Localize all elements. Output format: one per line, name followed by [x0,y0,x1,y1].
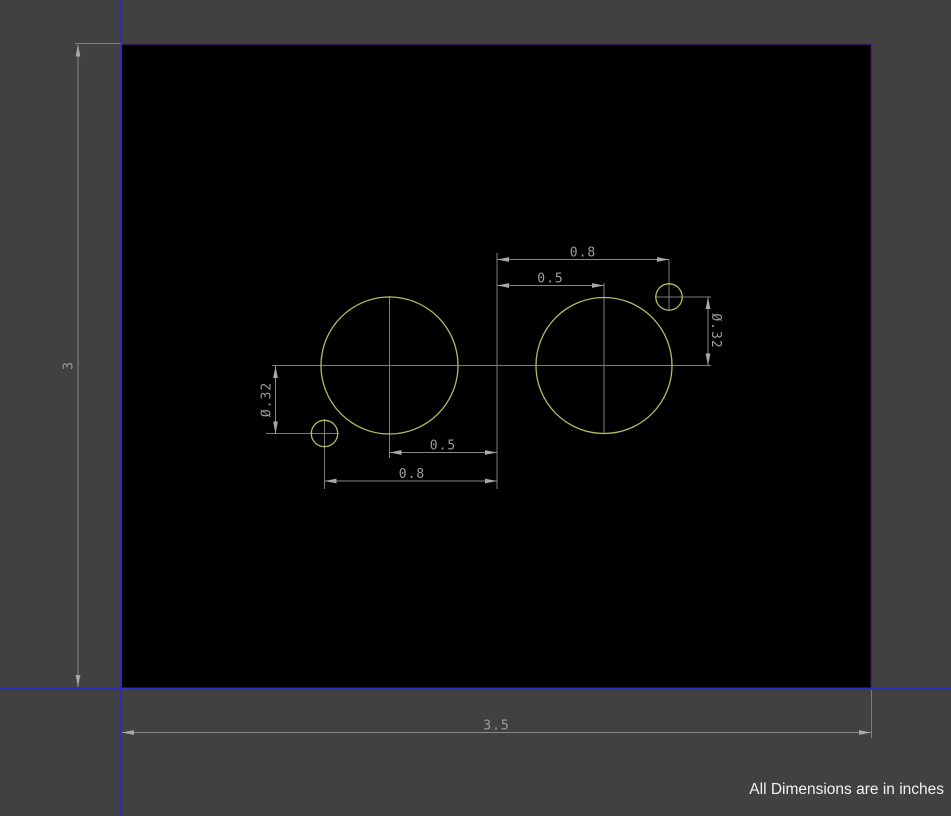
cad-drawing-view: 0.8 0.5 Ø.32 Ø.32 0.5 0.8 3 3.5 All Dime… [0,0,951,816]
dim-label-top-inner: 0.5 [537,272,563,287]
dim-label-left-offset: Ø.32 [260,382,275,417]
cad-canvas: 0.8 0.5 Ø.32 Ø.32 0.5 0.8 3 3.5 [0,0,951,816]
dim-label-bottom-outer: 0.8 [399,467,425,482]
dim-label-plate-width: 3.5 [483,719,509,734]
dim-label-plate-height: 3 [62,361,77,370]
dim-label-right-offset: Ø.32 [708,313,723,348]
units-note: All Dimensions are in inches [749,781,944,799]
dim-label-top-outer: 0.8 [570,246,596,261]
dim-label-bottom-inner: 0.5 [430,439,456,454]
